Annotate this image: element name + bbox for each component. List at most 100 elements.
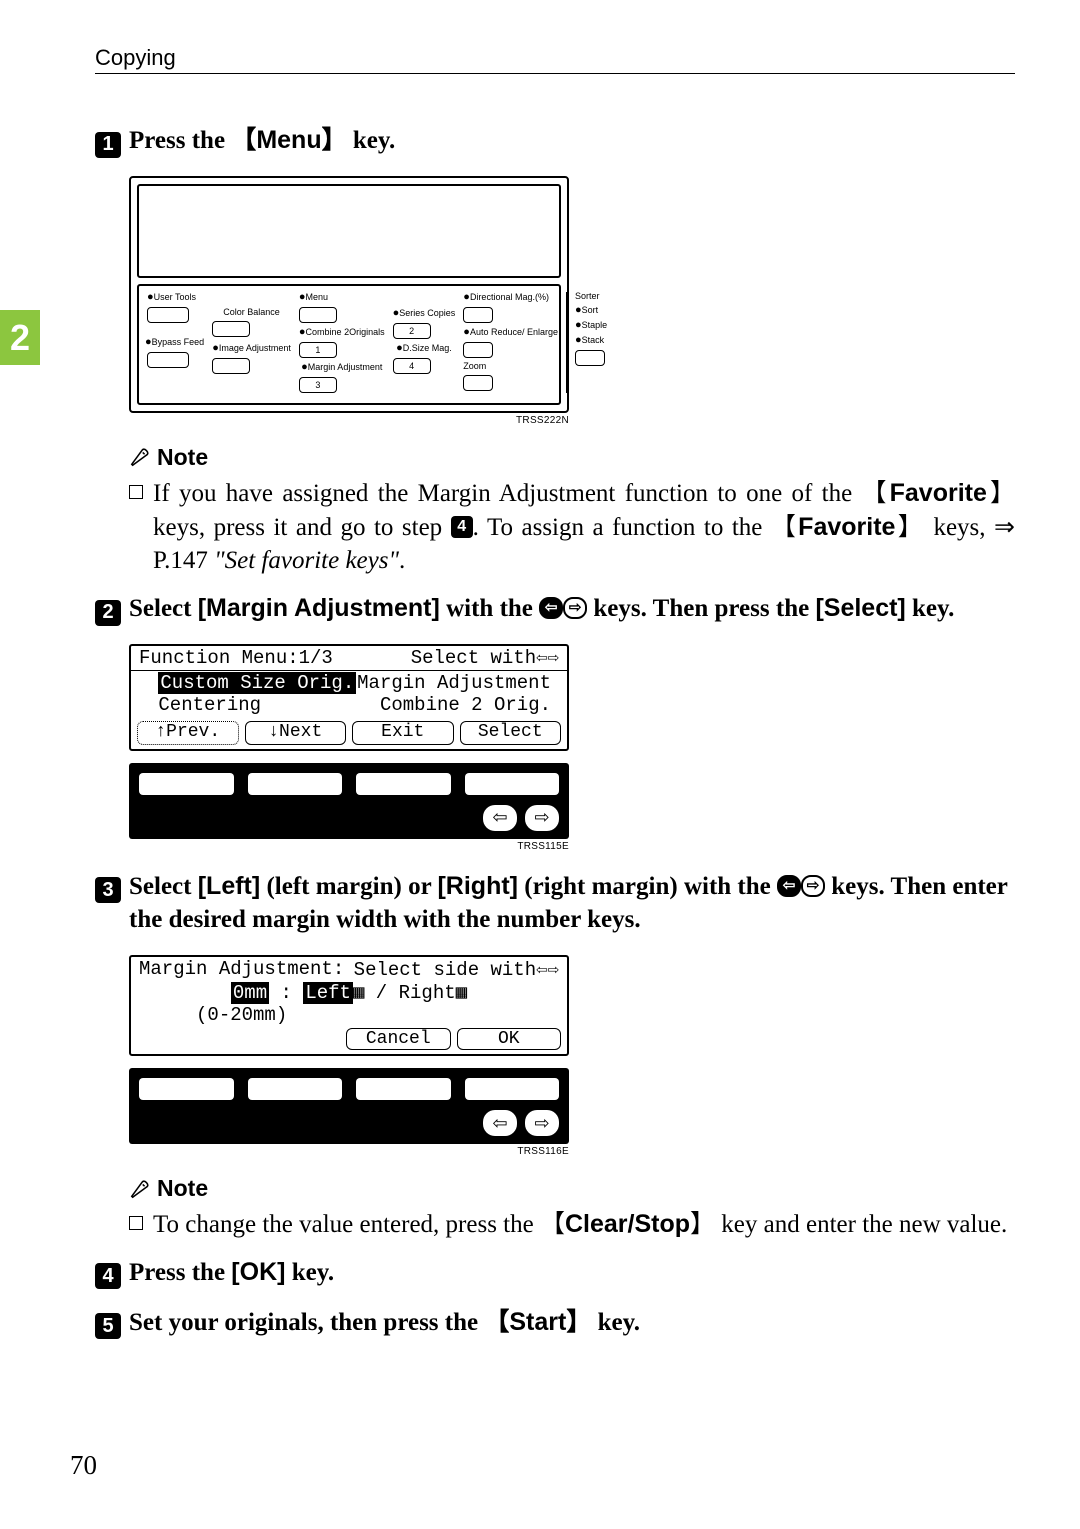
- note-icon-2: [129, 1178, 151, 1200]
- note2-body: To change the value entered, press the 【…: [153, 1208, 1007, 1242]
- panel-btn-sorter[interactable]: [575, 350, 605, 366]
- lcd1-combine[interactable]: Combine 2 Orig.: [380, 694, 551, 717]
- panel-combine: Combine 2Originals: [306, 327, 385, 337]
- left-arrow-key-icon-2: ⇦: [777, 875, 801, 897]
- favorite-key-2: Favorite: [798, 513, 895, 541]
- hw-key-b3[interactable]: [356, 1078, 451, 1100]
- soft-btn-select[interactable]: Select: [460, 721, 562, 745]
- chapter-tab: 2: [0, 310, 40, 365]
- note-1: Note If you have assigned the Margin Adj…: [129, 444, 1015, 578]
- hw-arrow-right-2[interactable]: ⇨: [525, 1110, 559, 1136]
- note1-head: Note: [157, 444, 208, 471]
- panel-btn-auto[interactable]: [463, 342, 493, 358]
- panel-btn-dirmag[interactable]: [463, 307, 493, 323]
- lcd1-margin-adj[interactable]: Margin Adjustment: [357, 672, 551, 695]
- soft-btn-cancel[interactable]: Cancel: [346, 1028, 451, 1050]
- hw-key-b4[interactable]: [465, 1078, 560, 1100]
- panel-menu: Menu: [306, 292, 329, 302]
- step-ref-4: 4: [451, 516, 473, 538]
- s3-a: Select: [129, 873, 198, 900]
- panel-sorter: Sorter: [575, 291, 600, 301]
- lcd2-slash: /: [364, 982, 398, 1004]
- lcd1-custom-size[interactable]: Custom Size Orig.: [158, 672, 356, 694]
- s3-pr: (right margin) with the: [518, 873, 777, 900]
- right-arrow-key-icon: ⇨: [563, 597, 587, 619]
- panel-btn-2[interactable]: 2: [393, 323, 431, 339]
- panel-btn-zoom[interactable]: [463, 375, 493, 391]
- note1-a: If you have assigned the Margin Adjustme…: [153, 480, 862, 507]
- panel-btn-menu[interactable]: [299, 307, 337, 323]
- panel-stack: Stack: [582, 335, 605, 345]
- lcd2-left[interactable]: Left: [303, 982, 353, 1004]
- hw-key-4[interactable]: [465, 773, 560, 795]
- note2-a: To change the value entered, press the: [153, 1211, 540, 1238]
- panel-staple: Staple: [582, 320, 608, 330]
- panel-dir-mag: Directional Mag.(%): [470, 292, 549, 302]
- panel-user-tools: User Tools: [154, 292, 196, 302]
- lcd2-right[interactable]: Right: [399, 982, 456, 1004]
- note1-b: keys, press it and go to step: [153, 514, 451, 541]
- soft-btn-prev[interactable]: ↑Prev.: [137, 721, 239, 745]
- step-2: 2 Select [Margin Adjustment] with the ⇦⇨…: [95, 592, 1015, 852]
- s3-pl: (left margin) or: [260, 873, 437, 900]
- soft-btn-ok[interactable]: OK: [457, 1028, 562, 1050]
- running-head: Copying: [95, 45, 1015, 74]
- s2-b: with the: [440, 595, 539, 622]
- step-number-4: 4: [95, 1263, 121, 1289]
- panel-zoom: Zoom: [463, 361, 486, 371]
- bullet-icon-2: [129, 1216, 143, 1230]
- hw-key-2[interactable]: [248, 773, 343, 795]
- note-icon: [129, 446, 151, 468]
- hw-key-1[interactable]: [139, 773, 234, 795]
- control-panel-figure: ●User Tools ●Bypass Feed Color Balance ●…: [129, 176, 569, 413]
- panel-dsize: D.Size Mag.: [403, 343, 452, 353]
- panel-series: Series Copies: [399, 308, 455, 318]
- lcd1-title-l: Function Menu:1/3: [139, 647, 333, 670]
- s2-d: key.: [906, 595, 955, 622]
- step-3: 3 Select [Left] (left margin) or [Right]…: [95, 870, 1015, 1158]
- right-arrow-key-icon-2: ⇨: [801, 875, 825, 897]
- panel-lcd-area: [137, 184, 561, 278]
- panel-btn-image[interactable]: [212, 358, 250, 374]
- figure-code-lcd1: TRSS115E: [129, 841, 569, 852]
- figure-code-lcd2: TRSS116E: [129, 1146, 569, 1157]
- panel-btn-bypass[interactable]: [147, 352, 189, 368]
- step-1: 1 Press the 【Menu】 key. ●User Tools ●Byp…: [95, 124, 1015, 426]
- hw-key-b1[interactable]: [139, 1078, 234, 1100]
- hw-key-3[interactable]: [356, 773, 451, 795]
- step-number-5: 5: [95, 1313, 121, 1339]
- lcd2-value: 0mm: [231, 982, 269, 1004]
- hw-key-b2[interactable]: [248, 1078, 343, 1100]
- note-2: Note To change the value entered, press …: [129, 1175, 1015, 1242]
- step1-text-a: Press the: [129, 127, 231, 154]
- hw-arrow-right[interactable]: ⇨: [525, 805, 559, 831]
- menu-key-label: Menu: [256, 126, 321, 154]
- page-content: Copying 1 Press the 【Menu】 key. ●User To…: [95, 45, 1015, 1355]
- step-5: 5 Set your originals, then press the 【St…: [95, 1306, 1015, 1340]
- hw-arrow-left[interactable]: ⇦: [483, 805, 517, 831]
- soft-btn-exit[interactable]: Exit: [352, 721, 454, 745]
- step-4: 4 Press the [OK] key.: [95, 1256, 1015, 1290]
- s5-b: key.: [591, 1309, 640, 1336]
- note2-b: key and enter the new value.: [715, 1211, 1007, 1238]
- page-number: 70: [70, 1450, 97, 1481]
- lcd2-title-l: Margin Adjustment:: [139, 958, 344, 981]
- note1-e: .: [399, 547, 405, 574]
- hw-arrow-left-2[interactable]: ⇦: [483, 1110, 517, 1136]
- panel-btn-1[interactable]: 1: [299, 342, 337, 358]
- lcd1-centering[interactable]: Centering: [158, 694, 261, 716]
- panel-btn-4[interactable]: 4: [393, 358, 431, 374]
- step1-text-b: key.: [347, 127, 396, 154]
- panel-color-balance: Color Balance: [223, 307, 280, 317]
- panel-btn-3[interactable]: 3: [299, 377, 337, 393]
- s4-a: Press the: [129, 1259, 231, 1286]
- s2-a: Select: [129, 595, 198, 622]
- note1-body: If you have assigned the Margin Adjustme…: [153, 477, 1015, 578]
- soft-btn-next[interactable]: ↓Next: [245, 721, 347, 745]
- panel-image-adj: Image Adjustment: [219, 343, 291, 353]
- step-number-3: 3: [95, 877, 121, 903]
- panel-btn-color[interactable]: [212, 321, 250, 337]
- panel-auto-reduce: Auto Reduce/ Enlarge: [470, 327, 558, 337]
- lcd1-title-r: Select with: [411, 647, 536, 669]
- panel-btn-user-tools[interactable]: [147, 307, 189, 323]
